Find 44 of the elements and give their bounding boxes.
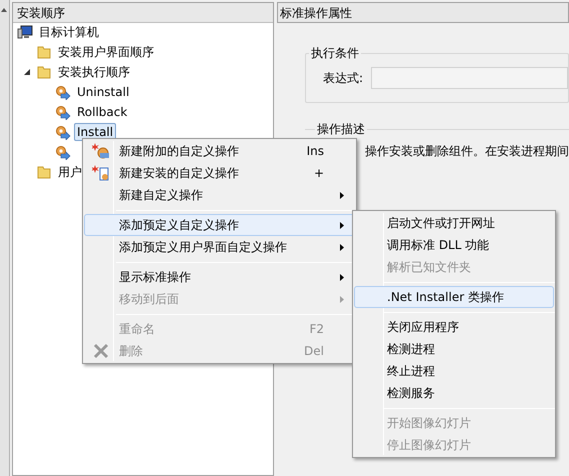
shortcut-label: Del bbox=[304, 343, 324, 360]
expression-field[interactable] bbox=[371, 67, 568, 89]
shortcut-label: + bbox=[314, 165, 324, 182]
gear-arrow-icon bbox=[54, 144, 71, 160]
expander-icon[interactable] bbox=[24, 69, 30, 75]
folder-icon bbox=[36, 64, 52, 80]
menu-item[interactable]: 添加预定义自定义操作 bbox=[84, 214, 355, 236]
menu-item[interactable]: 显示标准操作 bbox=[84, 266, 355, 288]
menu-item[interactable]: 添加预定义用户界面自定义操作 bbox=[84, 236, 355, 258]
menu-item[interactable]: 新建附加的自定义操作 Ins bbox=[84, 140, 355, 162]
scrollbar[interactable] bbox=[0, 0, 10, 476]
gear-arrow-icon bbox=[54, 104, 71, 120]
menu-item[interactable]: 调用标准 DLL 功能 bbox=[354, 234, 554, 256]
group-title: 操作描述 bbox=[315, 120, 367, 138]
scroll-up-icon[interactable] bbox=[1, 8, 8, 12]
gear-add-icon bbox=[92, 142, 110, 160]
delete-icon bbox=[93, 343, 109, 359]
tree-item[interactable]: 安装执行顺序 bbox=[54, 63, 133, 81]
group-title: 执行条件 bbox=[309, 44, 361, 62]
folder-icon bbox=[36, 164, 52, 180]
menu-item[interactable]: 终止进程 bbox=[354, 360, 554, 382]
menu-item[interactable]: 关闭应用程序 bbox=[354, 316, 554, 338]
panel-header: 安装顺序 bbox=[12, 3, 273, 23]
new-document-icon bbox=[92, 164, 110, 182]
shortcut-label: Ins bbox=[306, 143, 324, 160]
tree-item[interactable]: Uninstall bbox=[74, 83, 132, 101]
panel-header: 标准操作属性 bbox=[277, 2, 569, 23]
shortcut-label: F2 bbox=[309, 321, 324, 338]
menu-item[interactable]: 检测进程 bbox=[354, 338, 554, 360]
menu-item[interactable]: 新建自定义操作 bbox=[84, 184, 355, 206]
menu-item[interactable]: 启动文件或打开网址 bbox=[354, 212, 554, 234]
folder-icon bbox=[36, 44, 52, 60]
tree-item[interactable]: 用户 bbox=[54, 163, 85, 181]
description-text: 操作安装或删除组件。在安装进程期间 bbox=[365, 144, 569, 158]
menu-item[interactable]: .Net Installer 类操作 bbox=[354, 286, 554, 308]
tree-item[interactable]: 安装用户界面顺序 bbox=[54, 43, 157, 61]
computer-icon bbox=[16, 24, 33, 40]
field-label: 表达式: bbox=[323, 70, 364, 87]
gear-arrow-icon bbox=[54, 84, 71, 100]
tree-item[interactable]: 目标计算机 bbox=[36, 23, 102, 41]
gear-arrow-icon bbox=[54, 124, 71, 140]
tree-item[interactable]: Rollback bbox=[74, 103, 130, 121]
menu-item[interactable]: 新建安装的自定义操作 + bbox=[84, 162, 355, 184]
menu-item[interactable]: 检测服务 bbox=[354, 382, 554, 404]
